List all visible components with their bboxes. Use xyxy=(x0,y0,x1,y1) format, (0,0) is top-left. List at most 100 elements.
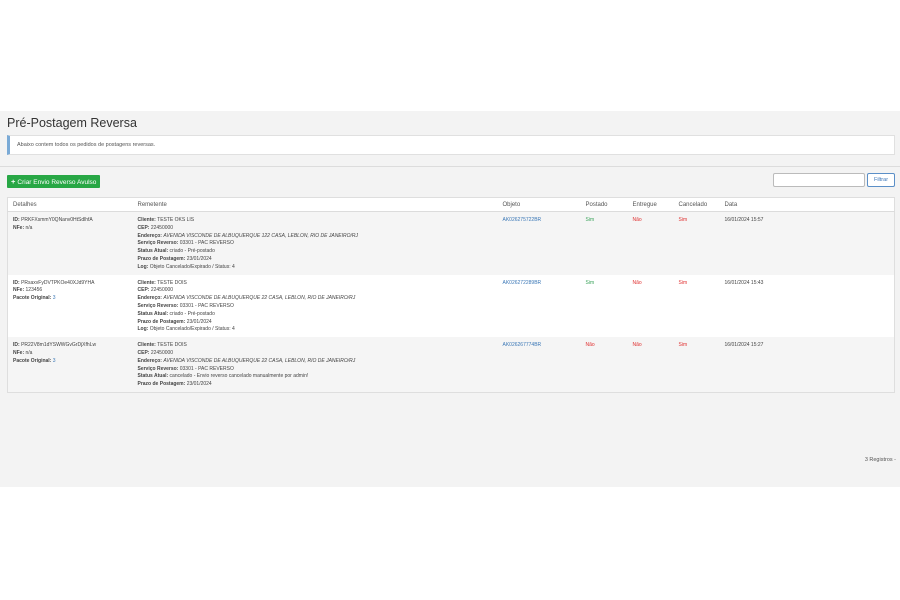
cell-object: AK026275722BR xyxy=(497,211,581,275)
address-label: Endereço: xyxy=(137,357,162,364)
deadline-value: 23/01/2024 xyxy=(186,381,212,388)
address-value: AVENIDA VISCONDE DE ALBUQUERQUE 22 CASA,… xyxy=(163,357,356,364)
address-label: Endereço: xyxy=(137,295,162,302)
cep-value: 22450000 xyxy=(150,287,174,294)
posted-value: Não xyxy=(585,342,595,349)
cell-canceled: Sim xyxy=(673,211,720,275)
original-package-link[interactable]: 3 xyxy=(53,295,56,301)
service-value: 03301 - PAC REVERSO xyxy=(179,240,234,247)
cell-date: 16/01/2024 15:57 xyxy=(719,211,895,275)
deadline-label: Prazo de Postagem: xyxy=(137,255,186,262)
id-label: ID: xyxy=(13,342,20,349)
nfe-value: n/a xyxy=(25,349,33,356)
canceled-value: Sim xyxy=(678,342,688,349)
original-package-label: Pacote Original: xyxy=(13,357,52,364)
cell-sender: Cliente: TESTE DOIS CEP: 22450000 Endere… xyxy=(132,337,498,393)
id-label: ID: xyxy=(13,279,20,286)
status-value: criado - Pré-postado xyxy=(169,248,215,255)
address-value: AVENIDA VISCONDE DE ALBUQUERQUE 122 CASA… xyxy=(163,232,359,239)
tracking-code-link[interactable]: AK026267774BR xyxy=(503,342,542,348)
divider xyxy=(0,166,900,167)
header-detalhes[interactable]: Detalhes xyxy=(7,197,133,212)
service-label: Serviço Reverso: xyxy=(137,240,179,247)
cell-sender: Cliente: TESTE DOIS CEP: 22450000 Endere… xyxy=(132,274,498,338)
deadline-value: 23/01/2024 xyxy=(186,255,212,262)
cep-label: CEP: xyxy=(137,287,150,294)
records-count: 3 Registros - xyxy=(864,457,896,463)
service-value: 03301 - PAC REVERSO xyxy=(179,365,234,372)
header-data[interactable]: Data xyxy=(719,197,895,212)
create-reverse-shipment-button[interactable]: + Criar Envio Reverso Avulso xyxy=(7,175,101,188)
cell-delivered: Não xyxy=(627,337,674,393)
id-value: PRKFXsmmY0QNanv0HtSdlhfA xyxy=(21,217,93,223)
nfe-label: NFe: xyxy=(13,349,25,356)
date-value: 16/01/2024 15:27 xyxy=(724,342,764,349)
header-objeto[interactable]: Objeto xyxy=(497,197,581,212)
table-header-row: Detalhes Remetente Objeto Postado Entreg… xyxy=(7,197,895,212)
cell-delivered: Não xyxy=(627,211,674,275)
log-value: Objeto Cancelado/Expirado / Status: 4 xyxy=(149,263,235,270)
cell-canceled: Sim xyxy=(673,274,720,338)
tracking-code-link[interactable]: AK026275722BR xyxy=(503,217,542,223)
header-remetente[interactable]: Remetente xyxy=(132,197,498,212)
search-input[interactable] xyxy=(773,173,865,187)
service-value: 03301 - PAC REVERSO xyxy=(179,302,234,309)
cell-details: ID: PRsaxvFyDVTPKOe40XJd9YHA NFe: 123456… xyxy=(7,274,133,338)
table-row: ID: PRKFXsmmY0QNanv0HtSdlhfA NFe: n/a Cl… xyxy=(7,211,895,275)
cell-date: 16/01/2024 15:43 xyxy=(719,274,895,338)
status-label: Status Atual: xyxy=(137,373,169,380)
cell-delivered: Não xyxy=(627,274,674,338)
cell-details: ID: PRKFXsmmY0QNanv0HtSdlhfA NFe: n/a xyxy=(7,211,133,275)
cell-object: AK026267774BR xyxy=(497,337,581,393)
log-value: Objeto Cancelado/Expirado / Status: 4 xyxy=(149,326,235,333)
cep-value: 22450000 xyxy=(150,349,174,356)
status-value: criado - Pré-postado xyxy=(169,310,215,317)
client-value: TESTE DOIS xyxy=(157,342,187,349)
cell-sender: Cliente: TESTE OKS LIS CEP: 22450000 End… xyxy=(132,211,498,275)
log-label: Log: xyxy=(137,326,149,333)
table-row: ID: PR22V8m1dYSWWGvGrDjXfhLw NFe: n/a Pa… xyxy=(7,337,895,393)
deadline-label: Prazo de Postagem: xyxy=(137,318,186,325)
info-alert: Abaixo contem todos os pedidos de postag… xyxy=(7,135,895,155)
date-value: 16/01/2024 15:43 xyxy=(724,279,764,286)
cell-posted: Sim xyxy=(580,211,628,275)
cell-details: ID: PR22V8m1dYSWWGvGrDjXfhLw NFe: n/a Pa… xyxy=(7,337,133,393)
canceled-value: Sim xyxy=(678,217,688,223)
delivered-value: Não xyxy=(632,279,642,286)
log-label: Log: xyxy=(137,263,149,270)
canceled-value: Sim xyxy=(678,279,688,286)
original-package-label: Pacote Original: xyxy=(13,295,52,302)
status-label: Status Atual: xyxy=(137,310,169,317)
nfe-value: 123456 xyxy=(25,287,43,294)
client-label: Cliente: xyxy=(137,217,156,223)
posted-value: Sim xyxy=(585,217,595,223)
cep-label: CEP: xyxy=(137,224,150,231)
original-package-link[interactable]: 3 xyxy=(53,358,56,364)
client-label: Cliente: xyxy=(137,279,156,286)
deadline-label: Prazo de Postagem: xyxy=(137,381,186,388)
reverse-shipments-table: Detalhes Remetente Objeto Postado Entreg… xyxy=(7,197,895,393)
id-label: ID: xyxy=(13,217,20,223)
cell-posted: Sim xyxy=(580,274,628,338)
header-postado[interactable]: Postado xyxy=(580,197,628,212)
cell-object: AK026272289BR xyxy=(497,274,581,338)
nfe-value: n/a xyxy=(25,224,33,231)
delivered-value: Não xyxy=(632,342,642,349)
filter-button[interactable]: Filtrar xyxy=(867,173,895,187)
tracking-code-link[interactable]: AK026272289BR xyxy=(503,280,542,286)
client-label: Cliente: xyxy=(137,342,156,349)
create-button-label: Criar Envio Reverso Avulso xyxy=(17,179,97,186)
service-label: Serviço Reverso: xyxy=(137,302,179,309)
header-entregue[interactable]: Entregue xyxy=(627,197,674,212)
status-value: cancelado - Envio reverso cancelado manu… xyxy=(169,373,309,380)
client-value: TESTE DOIS xyxy=(157,279,187,286)
page-title: Pré-Postagem Reversa xyxy=(7,116,137,130)
client-value: TESTE OKS LIS xyxy=(157,217,195,223)
date-value: 16/01/2024 15:57 xyxy=(724,217,764,223)
cep-label: CEP: xyxy=(137,349,150,356)
deadline-value: 23/01/2024 xyxy=(186,318,212,325)
service-label: Serviço Reverso: xyxy=(137,365,179,372)
cell-canceled: Sim xyxy=(673,337,720,393)
address-label: Endereço: xyxy=(137,232,162,239)
header-cancelado[interactable]: Cancelado xyxy=(673,197,720,212)
